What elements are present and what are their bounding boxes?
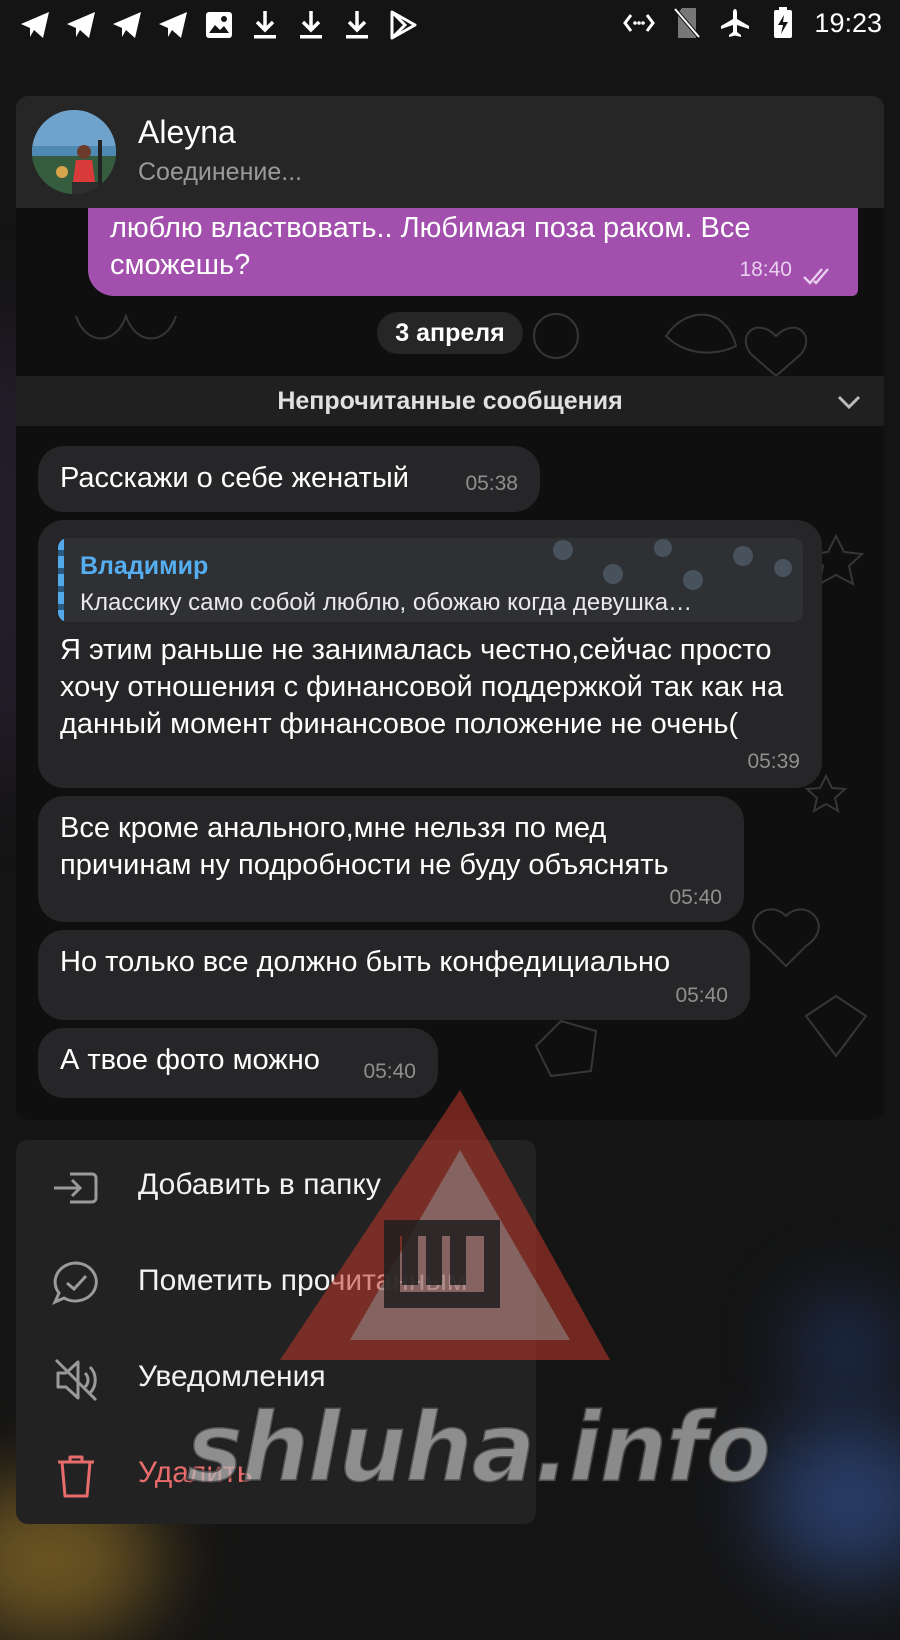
incoming-message[interactable]: Владимир Классику само собой люблю, обож… [38,520,822,788]
incoming-message[interactable]: А твое фото можно 05:40 [38,1028,438,1098]
mark-read-icon [52,1261,98,1305]
message-text: Но только все должно быть конфедициально [60,946,671,978]
menu-label: Пометить прочитанным [138,1264,468,1297]
connection-status: Соединение... [138,158,303,186]
no-sim-icon [670,6,704,40]
status-bar: 19:23 [0,0,900,52]
reply-text: Классику само собой люблю, обожаю когда … [80,589,693,616]
battery-charging-icon [766,6,800,40]
telegram-icon [156,8,190,42]
message-text: А твое фото можно [60,1044,320,1076]
incoming-message[interactable]: Все кроме анального,мне нельзя по мед пр… [38,796,744,922]
incoming-message[interactable]: Но только все должно быть конфедициально… [38,930,750,1020]
chat-preview[interactable]: Aleyna Соединение... люблю властвовать..… [16,96,884,1120]
menu-item-add-to-folder[interactable]: Добавить в папку [16,1140,536,1236]
download-icon [294,8,328,42]
clock: 19:23 [814,7,882,38]
reply-author: Владимир [80,552,209,580]
reply-stripe [58,538,64,622]
double-check-icon [803,268,829,285]
menu-label: Уведомления [138,1360,326,1393]
message-text: Я этим раньше не занималась честно,сейча… [60,634,784,740]
unread-label: Непрочитанные сообщения [277,387,623,415]
chat-header[interactable]: Aleyna Соединение... [16,96,884,208]
message-text: Все кроме анального,мне нельзя по мед пр… [60,812,669,881]
trash-icon [58,1455,94,1498]
message-time: 05:40 [675,984,728,1007]
download-icon [248,8,282,42]
image-icon [202,8,236,42]
mute-icon [54,1358,98,1402]
watermark-text: shluha.info [184,1391,772,1506]
message-time: 05:40 [669,886,722,909]
telegram-icon [110,8,144,42]
date-divider: 3 апреля [377,312,523,354]
unread-messages-bar[interactable]: Непрочитанные сообщения [16,376,884,426]
reply-quote[interactable]: Владимир Классику само собой люблю, обож… [58,538,803,622]
message-text: Расскажи о себе женатый [60,462,409,494]
airplane-icon [718,6,752,40]
message-time: 05:39 [747,750,800,773]
telegram-icon [18,8,52,42]
download-icon [340,8,374,42]
avatar[interactable] [32,110,116,194]
chevron-down-icon[interactable] [836,389,862,415]
message-text: люблю властвовать.. Любимая поза раком. … [110,212,751,281]
code-icon [622,6,656,40]
message-time: 05:38 [465,472,518,495]
chat-title: Aleyna [138,114,236,150]
message-time: 05:40 [363,1060,416,1083]
incoming-message[interactable]: Расскажи о себе женатый 05:38 [38,446,540,512]
play-store-icon [386,8,420,42]
message-time: 18:40 [739,258,792,281]
menu-label: Добавить в папку [138,1168,381,1201]
menu-item-mark-read[interactable]: Пометить прочитанным [16,1236,536,1332]
folder-add-icon [54,1172,98,1204]
telegram-icon [64,8,98,42]
